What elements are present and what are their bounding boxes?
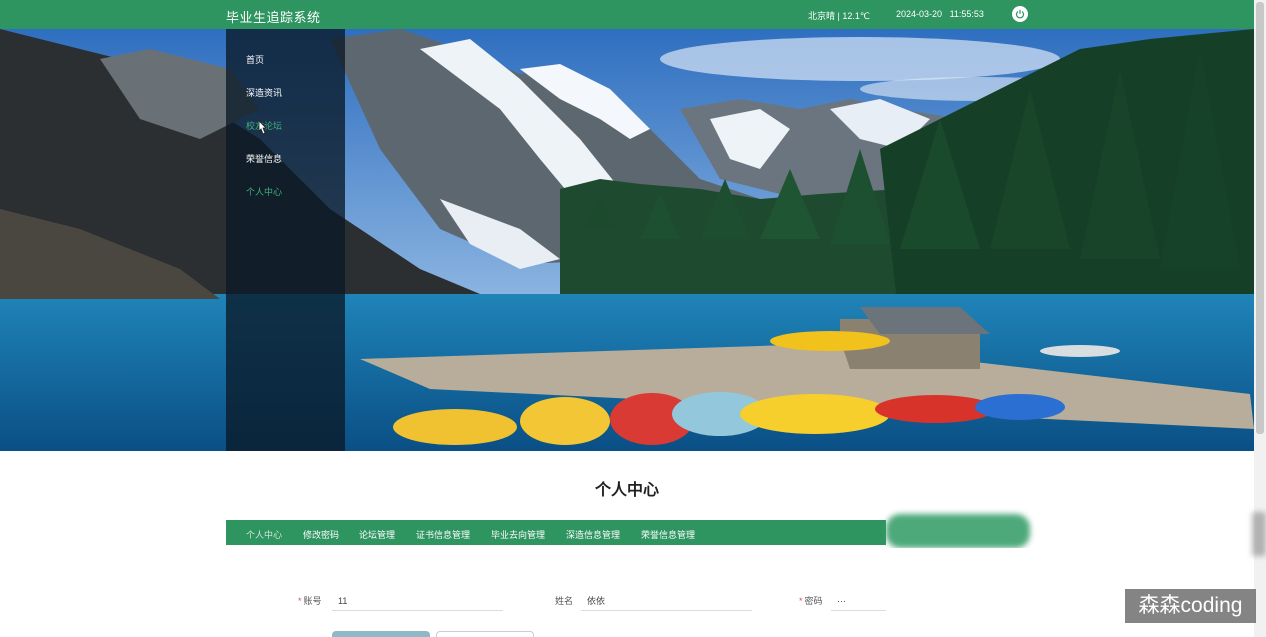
tab-forum-management[interactable]: 论坛管理: [359, 528, 395, 541]
weather-info: 北京晴 | 12.1℃: [808, 11, 870, 21]
password-label: * 密码: [799, 594, 823, 607]
logout-button[interactable]: [1012, 6, 1028, 22]
account-input[interactable]: [332, 591, 503, 611]
password-input[interactable]: [831, 591, 886, 611]
app-title: 毕业生追踪系统: [226, 10, 321, 25]
side-navigation: 首页 深造资讯 校友论坛 荣誉信息 个人中心: [226, 29, 345, 451]
nav-item-honors[interactable]: 荣誉信息: [246, 152, 282, 165]
nav-item-study-news[interactable]: 深造资讯: [246, 86, 282, 99]
page-title: 个人中心: [594, 482, 659, 499]
name-label: 姓名: [555, 596, 574, 606]
tab-honor-management[interactable]: 荣誉信息管理: [641, 528, 695, 541]
tab-change-password[interactable]: 修改密码: [303, 528, 339, 541]
required-mark: *: [298, 596, 302, 606]
time-text: 11:55:53: [949, 9, 984, 19]
tab-graduate-destination-management[interactable]: 毕业去向管理: [491, 528, 545, 541]
mouse-cursor-icon: [256, 120, 268, 141]
tab-further-study-management[interactable]: 深造信息管理: [566, 528, 620, 541]
avatar-preview[interactable]: [332, 631, 430, 637]
hero-banner-image: [0, 29, 1254, 451]
watermark: 森森coding: [1125, 589, 1256, 623]
datetime-display: 2024-03-20 11:55:53: [896, 9, 984, 19]
power-icon: [1015, 9, 1025, 19]
account-label: * 账号: [298, 594, 322, 607]
page: 毕业生追踪系统 北京晴 | 12.1℃ 2024-03-20 11:55:53 …: [0, 0, 1266, 637]
tab-bar: 个人中心 修改密码 论坛管理 证书信息管理 毕业去向管理 深造信息管理 荣誉信息…: [226, 520, 886, 545]
date-text: 2024-03-20: [896, 9, 943, 19]
password-label-text: 密码: [804, 596, 823, 606]
blurred-overlay: [886, 514, 1030, 548]
blurred-edge: [1252, 512, 1266, 556]
tab-certificate-management[interactable]: 证书信息管理: [416, 528, 470, 541]
tab-personal-center[interactable]: 个人中心: [246, 528, 282, 541]
nav-item-personal-center[interactable]: 个人中心: [246, 185, 282, 198]
upload-button[interactable]: [436, 631, 534, 637]
account-label-text: 账号: [303, 596, 322, 606]
page-scrollbar-thumb[interactable]: [1256, 2, 1264, 434]
required-mark: *: [799, 596, 803, 606]
nav-item-home[interactable]: 首页: [246, 53, 264, 66]
name-input[interactable]: [581, 591, 752, 611]
top-navbar: 毕业生追踪系统 北京晴 | 12.1℃ 2024-03-20 11:55:53: [0, 0, 1254, 29]
